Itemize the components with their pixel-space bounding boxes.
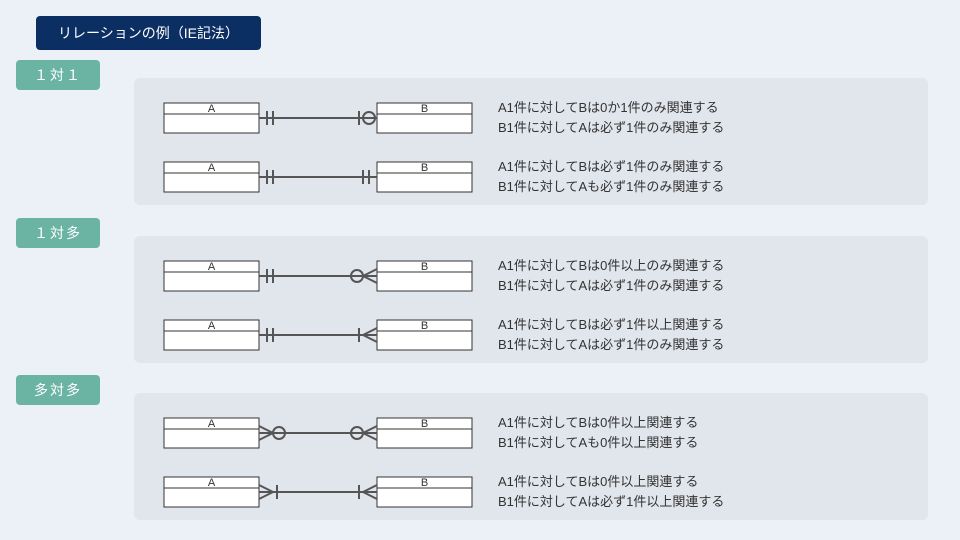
svg-text:A: A — [208, 320, 216, 332]
svg-text:B: B — [421, 477, 428, 489]
section-one-to-one: １対１ A B A1件に対してBは0か1件のみ関連する B1件に対してAは必ず1… — [16, 60, 928, 205]
desc-line: B1件に対してAも0件以上関連する — [498, 433, 904, 453]
svg-text:B: B — [421, 162, 428, 174]
section-panel: A B A1件に対してBは0件以上のみ関連する B1件に対してAは必ず1件のみ関… — [134, 236, 928, 363]
page-title: リレーションの例（IE記法） — [36, 16, 261, 50]
desc-line: A1件に対してBは必ず1件のみ関連する — [498, 157, 904, 177]
svg-text:A: A — [208, 418, 216, 430]
relation-description: A1件に対してBは0件以上のみ関連する B1件に対してAは必ず1件のみ関連する — [498, 256, 904, 295]
svg-text:B: B — [421, 418, 428, 430]
desc-line: B1件に対してAも必ず1件のみ関連する — [498, 177, 904, 197]
svg-text:A: A — [208, 103, 216, 115]
relation-description: A1件に対してBは0件以上関連する B1件に対してAも0件以上関連する — [498, 413, 904, 452]
section-tag: １対多 — [16, 218, 100, 248]
relation-description: A1件に対してBは0か1件のみ関連する B1件に対してAは必ず1件のみ関連する — [498, 98, 904, 137]
svg-text:B: B — [421, 261, 428, 273]
relation-diagram: A B — [158, 470, 498, 514]
relation-row: A B A1件に対してBは必ず1件以上関連する B1件に対してAは必ず1件のみ関… — [158, 307, 904, 362]
section-one-to-many: １対多 A B A1件に対してBは0件以上のみ関連する B1件に対してAは必ず1… — [16, 218, 928, 363]
relation-description: A1件に対してBは必ず1件のみ関連する B1件に対してAも必ず1件のみ関連する — [498, 157, 904, 196]
relation-row: A B A1件に対してBは0件以上のみ関連する B1件に対してAは必ず1件のみ関… — [158, 248, 904, 303]
relation-description: A1件に対してBは必ず1件以上関連する B1件に対してAは必ず1件のみ関連する — [498, 315, 904, 354]
section-panel: A B A1件に対してBは0件以上関連する B1件に対してAも0件以上関連する — [134, 393, 928, 520]
relation-row: A B A1件に対してBは0か1件のみ関連する B1件に対してAは必ず1件のみ関… — [158, 90, 904, 145]
svg-text:A: A — [208, 261, 216, 273]
relation-row: A B A1件に対してBは0件以上関連する B1件に対してAは必ず1件以上関連す… — [158, 464, 904, 519]
relation-diagram: A B — [158, 254, 498, 298]
svg-text:A: A — [208, 477, 216, 489]
relation-diagram: A B — [158, 96, 498, 140]
section-tag: 多対多 — [16, 375, 100, 405]
desc-line: B1件に対してAは必ず1件のみ関連する — [498, 335, 904, 355]
relation-row: A B A1件に対してBは必ず1件のみ関連する B1件に対してAも必ず1件のみ関… — [158, 149, 904, 204]
desc-line: A1件に対してBは0件以上関連する — [498, 413, 904, 433]
desc-line: B1件に対してAは必ず1件のみ関連する — [498, 276, 904, 296]
relation-diagram: A B — [158, 313, 498, 357]
desc-line: A1件に対してBは必ず1件以上関連する — [498, 315, 904, 335]
desc-line: B1件に対してAは必ず1件のみ関連する — [498, 118, 904, 138]
section-panel: A B A1件に対してBは0か1件のみ関連する B1件に対してAは必ず1件のみ関… — [134, 78, 928, 205]
desc-line: A1件に対してBは0か1件のみ関連する — [498, 98, 904, 118]
relation-description: A1件に対してBは0件以上関連する B1件に対してAは必ず1件以上関連する — [498, 472, 904, 511]
section-tag: １対１ — [16, 60, 100, 90]
relation-diagram: A B — [158, 411, 498, 455]
desc-line: B1件に対してAは必ず1件以上関連する — [498, 492, 904, 512]
desc-line: A1件に対してBは0件以上のみ関連する — [498, 256, 904, 276]
svg-text:B: B — [421, 320, 428, 332]
svg-text:A: A — [208, 162, 216, 174]
section-many-to-many: 多対多 A B A1件に対してBは0件以上関 — [16, 375, 928, 520]
relation-diagram: A B — [158, 155, 498, 199]
relation-row: A B A1件に対してBは0件以上関連する B1件に対してAも0件以上関連する — [158, 405, 904, 460]
svg-text:B: B — [421, 103, 428, 115]
desc-line: A1件に対してBは0件以上関連する — [498, 472, 904, 492]
